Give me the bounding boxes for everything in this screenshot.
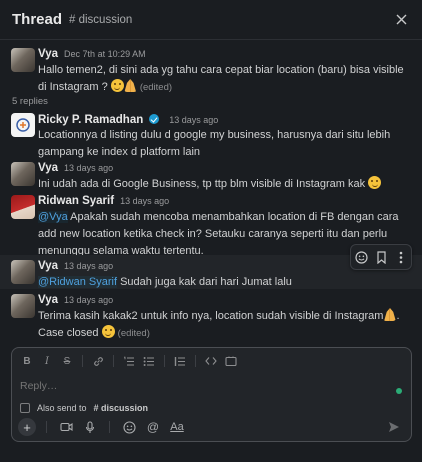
message-author[interactable]: Vya [38,294,58,306]
list-item: Vya 13 days ago Terima kasih kakak2 untu… [0,294,422,342]
toolbar-divider [113,355,114,367]
thread-header: Thread # discussion [0,0,422,40]
add-reaction-icon[interactable] [353,249,369,265]
message-time[interactable]: 13 days ago [64,295,113,305]
avatar[interactable] [11,162,35,186]
list-item: Ricky P. Ramadhan 13 days ago Locationny… [0,113,422,161]
microphone-icon[interactable] [81,418,99,436]
toolbar-divider [109,421,110,433]
message-time[interactable]: Dec 7th at 10:29 AM [64,49,146,59]
close-icon[interactable] [392,11,410,29]
code-block-icon[interactable] [222,352,240,370]
message-author[interactable]: Ricky P. Ramadhan [38,114,143,126]
message-author[interactable]: Vya [38,162,58,174]
message-text: @Ridwan Syarif Sudah juga kak dari hari … [38,276,292,288]
list-item: Vya 13 days ago Ini udah ada di Google B… [0,162,422,193]
also-send-label: Also send to [37,403,87,413]
message-actions [350,244,412,270]
message-text: Ini udah ada di Google Business, tp ttp … [38,176,412,193]
avatar[interactable] [11,294,35,318]
bullet-list-icon[interactable] [140,352,158,370]
edited-label: (edited) [117,328,150,339]
toolbar-divider [46,421,47,433]
pray-emoji-icon [384,308,396,321]
edited-label: (edited) [139,82,173,93]
user-mention[interactable]: @Vya [38,211,68,223]
link-icon[interactable] [89,352,107,370]
reply-composer: B I S Also send to # discussion + [11,347,412,442]
message-time[interactable]: 13 days ago [120,196,169,206]
avatar[interactable] [11,113,35,137]
code-icon[interactable] [202,352,220,370]
send-icon[interactable] [385,418,403,436]
smile-emoji-icon [110,79,124,92]
toolbar-divider [164,355,165,367]
composer-bottom-bar: + @ Aa [18,417,403,437]
format-text-button[interactable]: Aa [168,418,186,436]
emoji-icon[interactable] [120,418,138,436]
message-time[interactable]: 13 days ago [64,261,113,271]
message-text: Locationnya d listing dulu d google my b… [38,129,391,158]
root-message: Vya Dec 7th at 10:29 AM Hallo temen2, di… [0,48,422,96]
thread-channel-name[interactable]: # discussion [69,14,132,26]
bookmark-icon[interactable] [373,249,389,265]
message-time[interactable]: 13 days ago [169,115,218,125]
user-mention[interactable]: @Ridwan Syarif [38,276,118,288]
blockquote-icon[interactable] [171,352,189,370]
strikethrough-icon[interactable]: S [58,352,76,370]
more-icon[interactable] [393,249,409,265]
toolbar-divider [195,355,196,367]
message-author[interactable]: Vya [38,48,58,60]
message-text: Hallo temen2, di sini ada yg tahu cara c… [38,64,404,93]
also-send-channel: # discussion [93,403,149,413]
formatting-toolbar: B I S [12,348,411,374]
video-icon[interactable] [57,418,75,436]
pray-emoji-icon [124,79,137,92]
italic-icon[interactable]: I [38,352,56,370]
avatar[interactable] [11,195,35,219]
bold-icon[interactable]: B [18,352,36,370]
toolbar-divider [82,355,83,367]
reply-input[interactable] [20,380,390,392]
ordered-list-icon[interactable] [120,352,138,370]
plus-icon[interactable]: + [18,418,36,436]
message-author[interactable]: Ridwan Syarif [38,195,114,207]
also-send-option[interactable]: Also send to # discussion [20,403,148,413]
also-send-checkbox[interactable] [20,403,30,413]
mention-icon[interactable]: @ [144,418,162,436]
message-time[interactable]: 13 days ago [64,163,113,173]
avatar[interactable] [11,260,35,284]
smile-emoji-icon [368,176,382,189]
online-status-dot [396,388,402,394]
thread-title: Thread [12,11,63,28]
verified-badge-icon [149,114,160,124]
smile-emoji-icon [101,325,115,338]
replies-count: 5 replies [12,96,48,107]
message-text: Terima kasih kakak2 untuk info nya, loca… [38,308,400,339]
message-author[interactable]: Vya [38,260,58,272]
avatar[interactable] [11,48,35,72]
